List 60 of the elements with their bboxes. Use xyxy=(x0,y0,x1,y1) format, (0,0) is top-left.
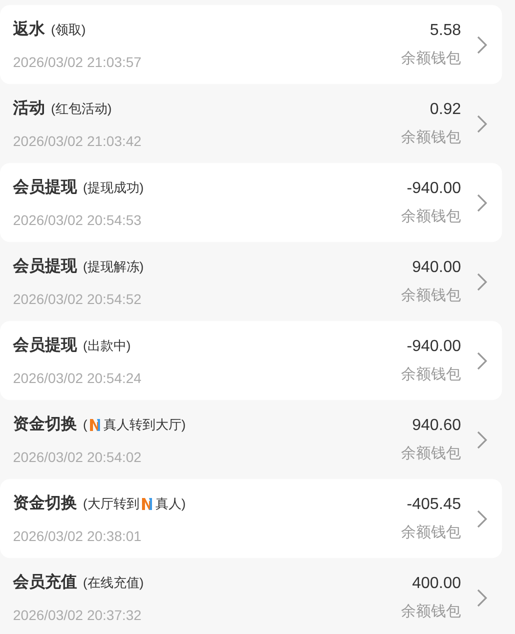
chevron-right-icon xyxy=(476,508,488,528)
record-time: 2026/03/02 20:54:24 xyxy=(13,370,142,386)
record-title: 会员充值 xyxy=(13,572,77,593)
wallet-label: 余额钱包 xyxy=(401,602,461,620)
record-time: 2026/03/02 20:38:01 xyxy=(13,528,142,544)
wallet-label: 余额钱包 xyxy=(401,206,461,226)
wallet-label: 余额钱包 xyxy=(401,522,461,542)
amount: -405.45 xyxy=(406,496,461,514)
amount: -940.00 xyxy=(406,180,461,198)
record-detail: 真人转到大厅) xyxy=(103,416,186,434)
record-detail: (提现成功) xyxy=(83,178,144,196)
amount: 5.58 xyxy=(430,22,461,40)
record-time: 2026/03/02 20:37:32 xyxy=(13,607,142,623)
chevron-right-icon xyxy=(476,350,488,370)
record-row[interactable]: 会员充值 (在线充值) 2026/03/02 20:37:32 400.00 余额钱包 xyxy=(0,558,502,634)
record-detail: 真人) xyxy=(155,494,186,512)
wallet-label: 余额钱包 xyxy=(401,48,461,68)
record-card[interactable]: 会员提现 (出款中) 2026/03/02 20:54:24 -940.00 余额钱包 xyxy=(0,321,502,400)
record-row[interactable]: 活动 (红包活动) 2026/03/02 21:03:42 0.92 余额钱包 xyxy=(0,84,502,163)
record-detail: (红包活动) xyxy=(51,100,112,118)
record-time: 2026/03/02 20:54:53 xyxy=(13,212,142,228)
amount: 940.00 xyxy=(412,258,461,276)
chevron-right-icon xyxy=(476,430,488,450)
record-title: 会员提现 xyxy=(13,256,77,277)
wallet-label: 余额钱包 xyxy=(401,286,461,304)
record-detail: ( xyxy=(83,417,88,432)
record-time: 2026/03/02 20:54:52 xyxy=(13,291,142,307)
record-detail: (提现解冻) xyxy=(83,258,144,276)
record-detail: (大厅转到 xyxy=(83,494,140,512)
amount: 940.60 xyxy=(412,416,461,434)
amount: 400.00 xyxy=(412,574,461,592)
chevron-right-icon xyxy=(476,114,488,134)
record-card[interactable]: 返水 (领取) 2026/03/02 21:03:57 5.58 余额钱包 xyxy=(0,5,502,84)
record-time: 2026/03/02 20:54:02 xyxy=(13,449,142,465)
record-title: 会员提现 xyxy=(13,178,77,198)
record-card[interactable]: 资金切换 (大厅转到 真人) 2026/03/02 20:38:01 -405.45 余额钱包 xyxy=(0,479,502,558)
record-card[interactable]: 会员提现 (提现成功) 2026/03/02 20:54:53 -940.00 余额钱包 xyxy=(0,163,502,242)
wallet-label: 余额钱包 xyxy=(401,364,461,384)
record-row[interactable]: 会员提现 (提现解冻) 2026/03/02 20:54:52 940.00 余额钱包 xyxy=(0,242,502,321)
amount: 0.92 xyxy=(430,100,461,118)
record-detail: (出款中) xyxy=(83,336,131,354)
logo-icon xyxy=(141,496,154,510)
record-title: 活动 xyxy=(13,98,45,119)
wallet-label: 余额钱包 xyxy=(401,444,461,462)
record-time: 2026/03/02 21:03:42 xyxy=(13,133,142,149)
record-title: 资金切换 xyxy=(13,414,77,435)
chevron-right-icon xyxy=(476,272,488,292)
record-detail: (在线充值) xyxy=(83,574,144,592)
record-detail: (领取) xyxy=(51,20,86,38)
record-time: 2026/03/02 21:03:57 xyxy=(13,54,142,70)
logo-icon xyxy=(89,418,102,432)
record-row[interactable]: 资金切换 ( 真人转到大厅) 2026/03/02 20:54:02 940.60 余额钱包 xyxy=(0,400,502,479)
chevron-right-icon xyxy=(476,192,488,212)
record-title: 会员提现 xyxy=(13,336,77,356)
wallet-label: 余额钱包 xyxy=(401,128,461,146)
chevron-right-icon xyxy=(476,34,488,54)
record-title: 资金切换 xyxy=(13,494,77,514)
record-title: 返水 xyxy=(13,19,45,40)
chevron-right-icon xyxy=(476,588,488,608)
amount: -940.00 xyxy=(406,338,461,356)
